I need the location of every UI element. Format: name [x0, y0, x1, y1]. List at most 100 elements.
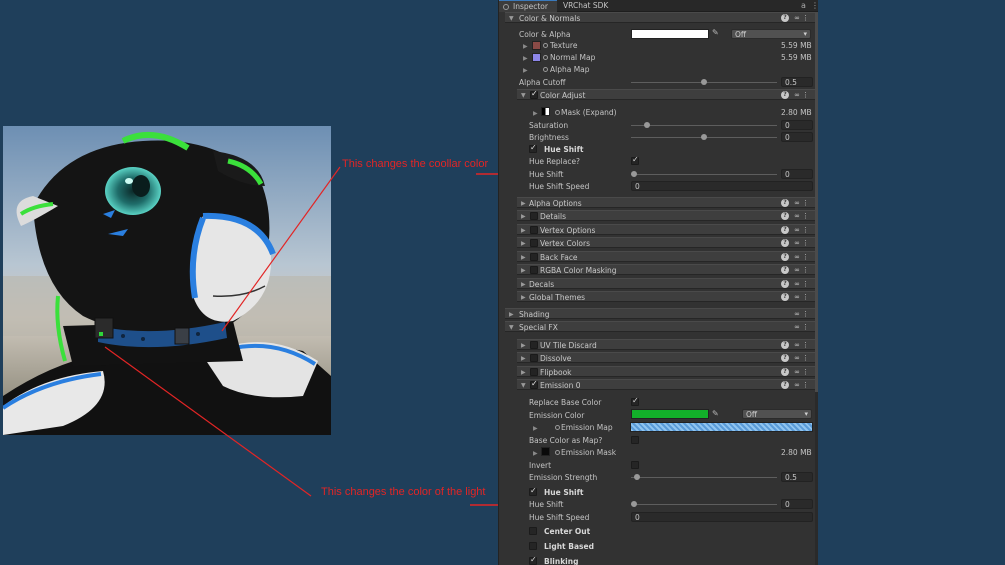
invert-checkbox[interactable] — [631, 461, 639, 469]
subsection-vertex-options[interactable]: ▶ Vertex Options ? ∞ ⋮ — [517, 224, 817, 235]
expand-arrow-icon[interactable]: ▶ — [523, 55, 528, 62]
subsection-emission-0[interactable]: ▼ Emission 0 ?∞⋮ — [517, 379, 817, 390]
link-icon[interactable]: ∞ — [794, 239, 800, 248]
emission-strength-slider[interactable] — [631, 477, 777, 478]
link-icon[interactable]: ∞ — [794, 212, 800, 221]
help-icon[interactable]: ? — [781, 199, 789, 207]
kebab-menu-icon[interactable]: ⋮ — [802, 199, 809, 208]
kebab-menu-icon[interactable]: ⋮ — [802, 341, 809, 350]
base-color-as-map-checkbox[interactable] — [631, 436, 639, 444]
alpha-cutoff-slider-handle[interactable] — [701, 79, 707, 85]
subsection-alpha-options[interactable]: ▶ Alpha Options ? ∞ ⋮ — [517, 197, 817, 208]
kebab-menu-icon[interactable]: ⋮ — [802, 253, 809, 262]
rgba-masking-enable-checkbox[interactable] — [530, 266, 538, 274]
lock-icon[interactable]: a — [801, 1, 806, 10]
color-alpha-dropdown[interactable]: Off — [731, 29, 811, 39]
replace-base-color-checkbox[interactable] — [631, 396, 639, 406]
link-icon[interactable]: ∞ — [794, 14, 800, 23]
subsection-global-themes[interactable]: ▶ Global Themes ? ∞ ⋮ — [517, 291, 817, 302]
emission-enable-checkbox[interactable] — [530, 379, 538, 389]
help-icon[interactable]: ? — [781, 266, 789, 274]
inspector-scrollbar-thumb[interactable] — [815, 12, 818, 392]
link-icon[interactable]: ∞ — [794, 266, 800, 275]
kebab-menu-icon[interactable]: ⋮ — [802, 293, 809, 302]
hue-shift-checkbox[interactable] — [529, 143, 537, 153]
object-picker-icon[interactable] — [555, 450, 560, 455]
help-icon[interactable]: ? — [781, 91, 789, 99]
emission-hue-shift-slider[interactable] — [631, 504, 777, 505]
kebab-menu-icon[interactable]: ⋮ — [802, 368, 809, 377]
vertex-colors-enable-checkbox[interactable] — [530, 239, 538, 247]
brightness-field[interactable]: 0 — [781, 132, 813, 142]
kebab-menu-icon[interactable]: ⋮ — [802, 310, 809, 319]
emission-hue-shift-slider-handle[interactable] — [631, 501, 637, 507]
emission-color-dropdown[interactable]: Off — [742, 409, 812, 419]
kebab-menu-icon[interactable]: ⋮ — [802, 14, 809, 23]
normal-map-thumbnail[interactable] — [532, 53, 541, 62]
hue-shift-slider-handle[interactable] — [631, 171, 637, 177]
hue-shift-field[interactable]: 0 — [781, 169, 813, 179]
subsection-details[interactable]: ▶ Details ? ∞ ⋮ — [517, 210, 817, 221]
link-icon[interactable]: ∞ — [794, 381, 800, 390]
expand-arrow-icon[interactable]: ▶ — [533, 425, 538, 432]
link-icon[interactable]: ∞ — [794, 323, 800, 332]
link-icon[interactable]: ∞ — [794, 368, 800, 377]
emission-hue-shift-checkbox[interactable] — [529, 486, 537, 496]
emission-color-swatch[interactable] — [631, 409, 709, 419]
section-color-normals[interactable]: ▼ Color & Normals ? ∞ ⋮ — [505, 12, 817, 23]
details-enable-checkbox[interactable] — [530, 212, 538, 220]
kebab-menu-icon[interactable]: ⋮ — [802, 354, 809, 363]
expand-arrow-icon[interactable]: ▶ — [523, 43, 528, 50]
blinking-checkbox[interactable] — [529, 555, 537, 565]
kebab-menu-icon[interactable]: ⋮ — [802, 323, 809, 332]
mask-thumbnail[interactable] — [541, 107, 550, 116]
color-adjust-enable-checkbox[interactable] — [530, 89, 538, 99]
emission-map-preview[interactable] — [630, 422, 813, 432]
help-icon[interactable]: ? — [781, 368, 789, 376]
subsection-flipbook[interactable]: ▶ Flipbook ? ∞ ⋮ — [517, 366, 817, 377]
object-picker-icon[interactable] — [543, 67, 548, 72]
object-picker-icon[interactable] — [555, 110, 560, 115]
subsection-dissolve[interactable]: ▶ Dissolve ? ∞ ⋮ — [517, 352, 817, 363]
emission-hue-shift-field[interactable]: 0 — [781, 499, 813, 509]
kebab-menu-icon[interactable]: ⋮ — [802, 280, 809, 289]
subsection-back-face[interactable]: ▶ Back Face ? ∞ ⋮ — [517, 251, 817, 262]
emission-mask-thumbnail[interactable] — [541, 447, 550, 456]
link-icon[interactable]: ∞ — [794, 226, 800, 235]
expand-arrow-icon[interactable]: ▶ — [533, 110, 538, 117]
help-icon[interactable]: ? — [781, 239, 789, 247]
dissolve-enable-checkbox[interactable] — [530, 354, 538, 362]
help-icon[interactable]: ? — [781, 293, 789, 301]
object-picker-icon[interactable] — [543, 43, 548, 48]
help-icon[interactable]: ? — [781, 354, 789, 362]
saturation-slider-handle[interactable] — [644, 122, 650, 128]
emission-strength-field[interactable]: 0.5 — [781, 472, 813, 482]
link-icon[interactable]: ∞ — [794, 354, 800, 363]
help-icon[interactable]: ? — [781, 14, 789, 22]
kebab-menu-icon[interactable]: ⋮ — [802, 381, 809, 390]
flipbook-enable-checkbox[interactable] — [530, 368, 538, 376]
tab-inspector[interactable]: Inspector — [499, 0, 557, 12]
emission-hue-shift-speed-field[interactable]: 0 — [631, 512, 813, 522]
section-special-fx[interactable]: ▼ Special FX ∞ ⋮ — [505, 321, 817, 332]
link-icon[interactable]: ∞ — [794, 293, 800, 302]
color-alpha-swatch[interactable] — [631, 29, 709, 39]
eyedropper-icon[interactable]: ✎ — [712, 28, 719, 37]
section-shading[interactable]: ▶ Shading ∞ ⋮ — [505, 308, 817, 319]
link-icon[interactable]: ∞ — [794, 310, 800, 319]
link-icon[interactable]: ∞ — [794, 91, 800, 100]
hue-shift-slider[interactable] — [631, 174, 777, 175]
hue-shift-speed-field[interactable]: 0 — [631, 181, 813, 191]
help-icon[interactable]: ? — [781, 212, 789, 220]
subsection-rgba-color-masking[interactable]: ▶ RGBA Color Masking ? ∞ ⋮ — [517, 264, 817, 275]
emission-strength-slider-handle[interactable] — [634, 474, 640, 480]
subsection-uv-tile-discard[interactable]: ▶ UV Tile Discard ? ∞ ⋮ — [517, 339, 817, 350]
help-icon[interactable]: ? — [781, 226, 789, 234]
center-out-checkbox[interactable] — [529, 527, 537, 535]
uv-tile-discard-enable-checkbox[interactable] — [530, 341, 538, 349]
link-icon[interactable]: ∞ — [794, 253, 800, 262]
brightness-slider-handle[interactable] — [701, 134, 707, 140]
vertex-options-enable-checkbox[interactable] — [530, 226, 538, 234]
help-icon[interactable]: ? — [781, 253, 789, 261]
tab-vrchat-sdk[interactable]: VRChat SDK — [557, 0, 617, 12]
